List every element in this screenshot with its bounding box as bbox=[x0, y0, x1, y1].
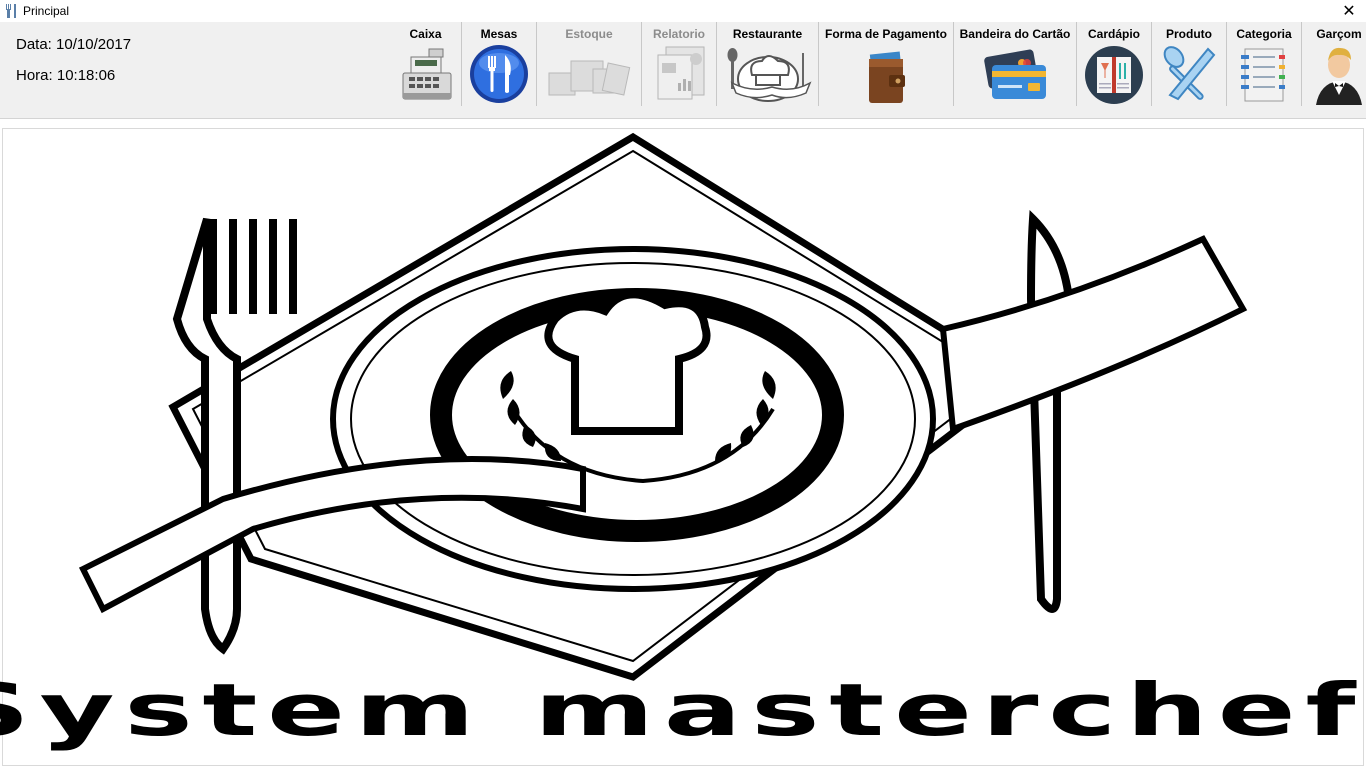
fork-knife-app-icon bbox=[6, 4, 16, 18]
window-title: Principal bbox=[23, 4, 70, 18]
produto-label: Produto bbox=[1166, 27, 1212, 41]
spoon-knife-icon bbox=[1163, 46, 1216, 101]
cash-register-icon bbox=[402, 48, 451, 100]
wallet-icon bbox=[869, 51, 905, 103]
mesas-button[interactable]: Mesas bbox=[462, 22, 537, 106]
relatorio-button[interactable]: Relatorio bbox=[642, 22, 717, 106]
date-label: Data: bbox=[16, 36, 52, 53]
forma-pagamento-label: Forma de Pagamento bbox=[824, 27, 948, 41]
date-display: Data: 10/10/2017 bbox=[16, 36, 131, 53]
menu-book-icon bbox=[1085, 46, 1143, 104]
bandeira-cartao-button[interactable]: Bandeira do Cartão bbox=[954, 22, 1077, 106]
estoque-button[interactable]: Estoque bbox=[537, 22, 642, 106]
boxes-icon bbox=[548, 60, 631, 96]
separator bbox=[0, 108, 1366, 119]
main-content-area: System masterchef bbox=[0, 128, 1366, 766]
chef-hat-icon bbox=[727, 48, 811, 102]
caixa-label: Caixa bbox=[409, 27, 442, 41]
close-icon: ✕ bbox=[1342, 3, 1356, 20]
list-icon bbox=[1241, 48, 1285, 102]
date-value: 10/10/2017 bbox=[56, 36, 132, 53]
categoria-button[interactable]: Categoria bbox=[1227, 22, 1302, 106]
top-panel: Data: 10/10/2017 Hora: 10:18:06 Caixa Me… bbox=[0, 22, 1366, 108]
main-toolbar: Caixa Mesas Estoque Relatorio Restaurant… bbox=[390, 22, 1366, 108]
bandeira-cartao-label: Bandeira do Cartão bbox=[959, 27, 1071, 41]
cardapio-button[interactable]: Cardápio bbox=[1077, 22, 1152, 106]
time-value: 10:18:06 bbox=[56, 67, 116, 84]
time-display: Hora: 10:18:06 bbox=[16, 67, 115, 84]
forma-pagamento-button[interactable]: Forma de Pagamento bbox=[819, 22, 954, 106]
time-label: Hora: bbox=[16, 67, 53, 84]
garcom-button[interactable]: Garçom bbox=[1302, 22, 1366, 106]
relatorio-label: Relatorio bbox=[652, 27, 705, 41]
logo-text: System masterchef bbox=[0, 668, 1366, 752]
report-icon bbox=[657, 46, 705, 100]
fork-knife-circle-icon bbox=[470, 45, 528, 103]
title-bar: Principal ✕ bbox=[0, 0, 1366, 22]
waiter-icon bbox=[1316, 47, 1362, 105]
estoque-label: Estoque bbox=[565, 27, 613, 41]
close-button[interactable]: ✕ bbox=[1332, 0, 1366, 22]
restaurante-button[interactable]: Restaurante bbox=[717, 22, 819, 106]
caixa-button[interactable]: Caixa bbox=[390, 22, 462, 106]
cardapio-label: Cardápio bbox=[1087, 27, 1140, 41]
credit-cards-icon bbox=[984, 49, 1046, 99]
garcom-label: Garçom bbox=[1316, 27, 1362, 41]
produto-button[interactable]: Produto bbox=[1152, 22, 1227, 106]
categoria-label: Categoria bbox=[1236, 27, 1292, 41]
restaurante-label: Restaurante bbox=[732, 27, 803, 41]
mesas-label: Mesas bbox=[480, 27, 518, 41]
